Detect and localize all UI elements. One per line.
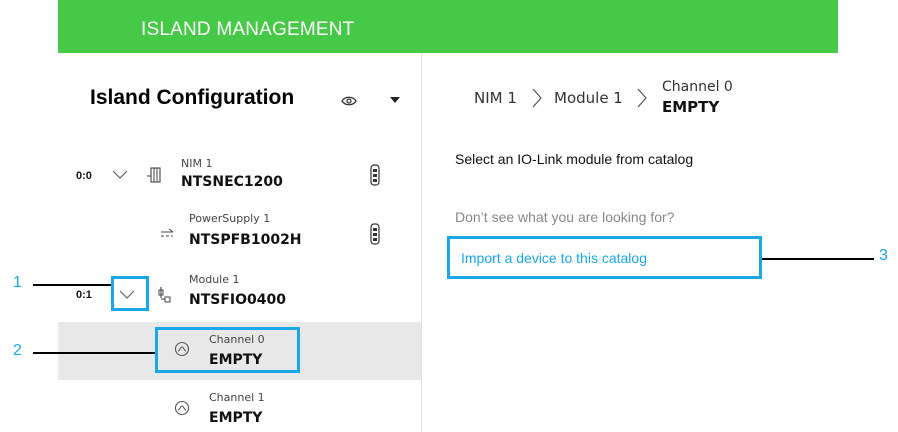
eye-icon[interactable] <box>341 95 357 107</box>
module-type: Module 1 <box>189 273 240 286</box>
callout-line-1 <box>33 284 112 286</box>
breadcrumb-channel-type: Channel 0 <box>662 79 733 95</box>
chevron-right-icon <box>637 88 647 108</box>
chevron-down-icon[interactable] <box>112 170 128 180</box>
panel-title: Island Configuration <box>90 86 295 109</box>
device-status-icon <box>370 223 380 245</box>
nim-type: NIM 1 <box>181 157 213 170</box>
nim-name: NTSNEC1200 <box>181 174 283 190</box>
module-index: 0:1 <box>76 289 92 301</box>
breadcrumb-nim[interactable]: NIM 1 <box>474 89 517 107</box>
callout-line-3 <box>762 258 874 260</box>
app-header: ISLAND MANAGEMENT <box>58 0 838 53</box>
callout-number-1: 1 <box>13 274 22 291</box>
channel-1-name: EMPTY <box>209 410 263 426</box>
callout-box-2 <box>155 327 300 373</box>
instruction-text: Select an IO-Link module from catalog <box>455 151 694 167</box>
callout-box-1 <box>111 276 149 311</box>
chevron-right-icon <box>532 88 542 108</box>
power-supply-icon <box>159 226 175 240</box>
channel-icon <box>174 400 190 416</box>
callout-number-2: 2 <box>13 342 22 359</box>
import-device-link[interactable]: Import a device to this catalog <box>461 250 647 266</box>
device-status-icon <box>370 164 380 186</box>
header-title: ISLAND MANAGEMENT <box>141 18 355 40</box>
power-supply-type: PowerSupply 1 <box>189 212 271 225</box>
power-supply-name: NTSPFB1002H <box>189 232 302 248</box>
nim-rack-icon <box>146 166 162 184</box>
breadcrumb-channel-name: EMPTY <box>662 98 720 116</box>
breadcrumb-module[interactable]: Module 1 <box>554 89 623 107</box>
nim-index: 0:0 <box>76 170 92 182</box>
module-icon <box>158 286 172 304</box>
callout-line-2 <box>33 352 156 354</box>
module-name: NTSFIO0400 <box>189 292 286 308</box>
question-text: Don’t see what you are looking for? <box>455 209 675 225</box>
caret-down-icon[interactable] <box>389 95 401 105</box>
callout-number-3: 3 <box>879 247 888 264</box>
channel-1-type: Channel 1 <box>209 391 265 404</box>
